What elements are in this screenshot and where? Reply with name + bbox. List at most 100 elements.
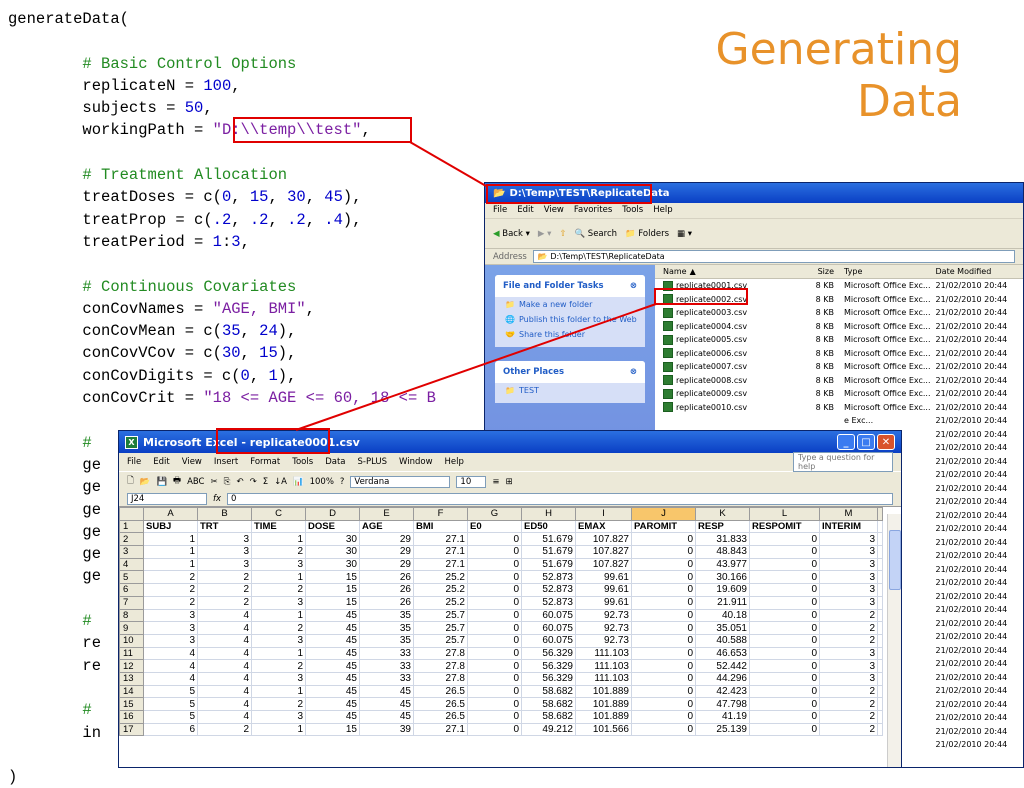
data-cell[interactable]: 92.73 [575,608,632,623]
data-cell[interactable]: 27.1 [413,545,468,559]
row-number[interactable]: 17 [119,722,144,737]
data-cell[interactable]: 2 [143,570,198,585]
empty-cell[interactable] [877,532,883,547]
data-cell[interactable]: 2 [819,722,878,737]
empty-cell[interactable] [877,595,883,610]
column-header[interactable]: J [631,507,696,521]
row-number[interactable]: 10 [119,633,144,648]
data-cell[interactable]: 0 [631,710,696,724]
task-publish-web[interactable]: 🌐 Publish this folder to the Web [495,312,645,327]
data-cell[interactable]: 2 [819,710,878,724]
data-cell[interactable]: 1 [251,532,306,547]
data-cell[interactable]: 0 [749,671,820,686]
data-cell[interactable]: 4 [197,646,252,661]
file-row[interactable]: replicate0006.csv 8 KB Microsoft Office Ex… [655,347,1023,361]
data-cell[interactable]: 0 [631,583,696,597]
data-cell[interactable]: 26 [359,570,414,585]
empty-cell[interactable] [877,621,883,635]
empty-cell[interactable] [877,659,883,673]
empty-cell[interactable] [877,557,883,572]
data-cell[interactable]: 2 [143,595,198,610]
data-cell[interactable]: 30 [305,557,360,572]
file-folder-tasks-header[interactable]: File and Folder Tasks ⊗ [495,275,645,297]
data-cell[interactable]: 0 [631,646,696,661]
data-cell[interactable]: 0 [631,532,696,547]
data-cell[interactable]: 3 [197,532,252,547]
data-cell[interactable]: 92.73 [575,633,632,648]
data-cell[interactable]: 25.139 [695,722,750,737]
row-number[interactable]: 16 [119,710,144,724]
data-cell[interactable]: 0 [467,710,522,724]
data-cell[interactable]: 21.911 [695,595,750,610]
data-cell[interactable]: 0 [749,595,820,610]
data-cell[interactable]: 39 [359,722,414,737]
data-cell[interactable]: 0 [467,570,522,585]
help-search-input[interactable]: Type a question for help [793,452,893,472]
empty-cell[interactable] [877,684,883,699]
align-icon[interactable]: ≡ [492,477,499,487]
data-cell[interactable]: 101.566 [575,722,632,737]
data-cell[interactable]: 2 [251,621,306,635]
empty-cell[interactable] [877,608,883,623]
data-cell[interactable]: 35.051 [695,621,750,635]
data-cell[interactable]: 60.075 [521,621,576,635]
data-cell[interactable]: 0 [631,595,696,610]
excel-menu-help[interactable]: Help [445,457,464,467]
collapse-icon[interactable]: ⊗ [630,367,637,377]
data-cell[interactable]: 3 [819,659,878,673]
data-cell[interactable]: 0 [631,671,696,686]
excel-menu-window[interactable]: Window [399,457,433,467]
zoom-select[interactable]: 100% [310,477,334,487]
data-cell[interactable]: 0 [467,608,522,623]
header-cell[interactable]: RESP [695,519,750,534]
search-button[interactable]: 🔍 Search [575,229,618,239]
file-row[interactable]: replicate0005.csv 8 KB Microsoft Office Ex… [655,333,1023,347]
data-cell[interactable]: 2 [819,621,878,635]
scroll-thumb[interactable] [889,530,901,590]
data-cell[interactable]: 51.679 [521,532,576,547]
data-cell[interactable]: 58.682 [521,684,576,699]
column-header[interactable]: E [359,507,414,521]
copy-icon[interactable]: ⎘ [224,477,231,487]
data-cell[interactable]: 0 [467,659,522,673]
row-number[interactable]: 2 [119,532,144,547]
row-number[interactable]: 13 [119,671,144,686]
data-cell[interactable]: 2 [819,608,878,623]
data-cell[interactable]: 3 [143,621,198,635]
data-cell[interactable]: 111.103 [575,671,632,686]
data-cell[interactable]: 2 [251,659,306,673]
data-cell[interactable]: 33 [359,646,414,661]
data-cell[interactable]: 15 [305,570,360,585]
data-cell[interactable]: 4 [143,659,198,673]
data-cell[interactable]: 0 [467,557,522,572]
header-cell[interactable]: RESPOMIT [749,519,820,534]
task-share-folder[interactable]: 🤝 Share this folder [495,327,645,347]
empty-cell[interactable] [877,646,883,661]
data-cell[interactable]: 30 [305,532,360,547]
data-cell[interactable]: 2 [197,595,252,610]
select-all-corner[interactable] [119,507,144,521]
data-cell[interactable]: 45 [305,646,360,661]
data-cell[interactable]: 0 [467,671,522,686]
data-cell[interactable]: 3 [819,545,878,559]
data-cell[interactable]: 0 [467,621,522,635]
header-cell[interactable]: BMI [413,519,468,534]
header-cell[interactable]: TRT [197,519,252,534]
data-cell[interactable]: 0 [749,545,820,559]
data-cell[interactable]: 0 [467,697,522,711]
data-cell[interactable]: 15 [305,722,360,737]
column-header[interactable]: D [305,507,360,521]
data-cell[interactable]: 0 [467,684,522,699]
excel-menu-edit[interactable]: Edit [153,457,169,467]
data-cell[interactable]: 5 [143,697,198,711]
data-cell[interactable]: 0 [467,595,522,610]
data-cell[interactable]: 60.075 [521,608,576,623]
help-icon[interactable]: ? [340,477,345,487]
data-cell[interactable]: 27.1 [413,722,468,737]
data-cell[interactable]: 99.61 [575,583,632,597]
data-cell[interactable]: 26 [359,595,414,610]
column-header[interactable]: I [575,507,632,521]
column-header[interactable]: G [467,507,522,521]
row-number[interactable]: 4 [119,557,144,572]
data-cell[interactable]: 0 [467,633,522,648]
